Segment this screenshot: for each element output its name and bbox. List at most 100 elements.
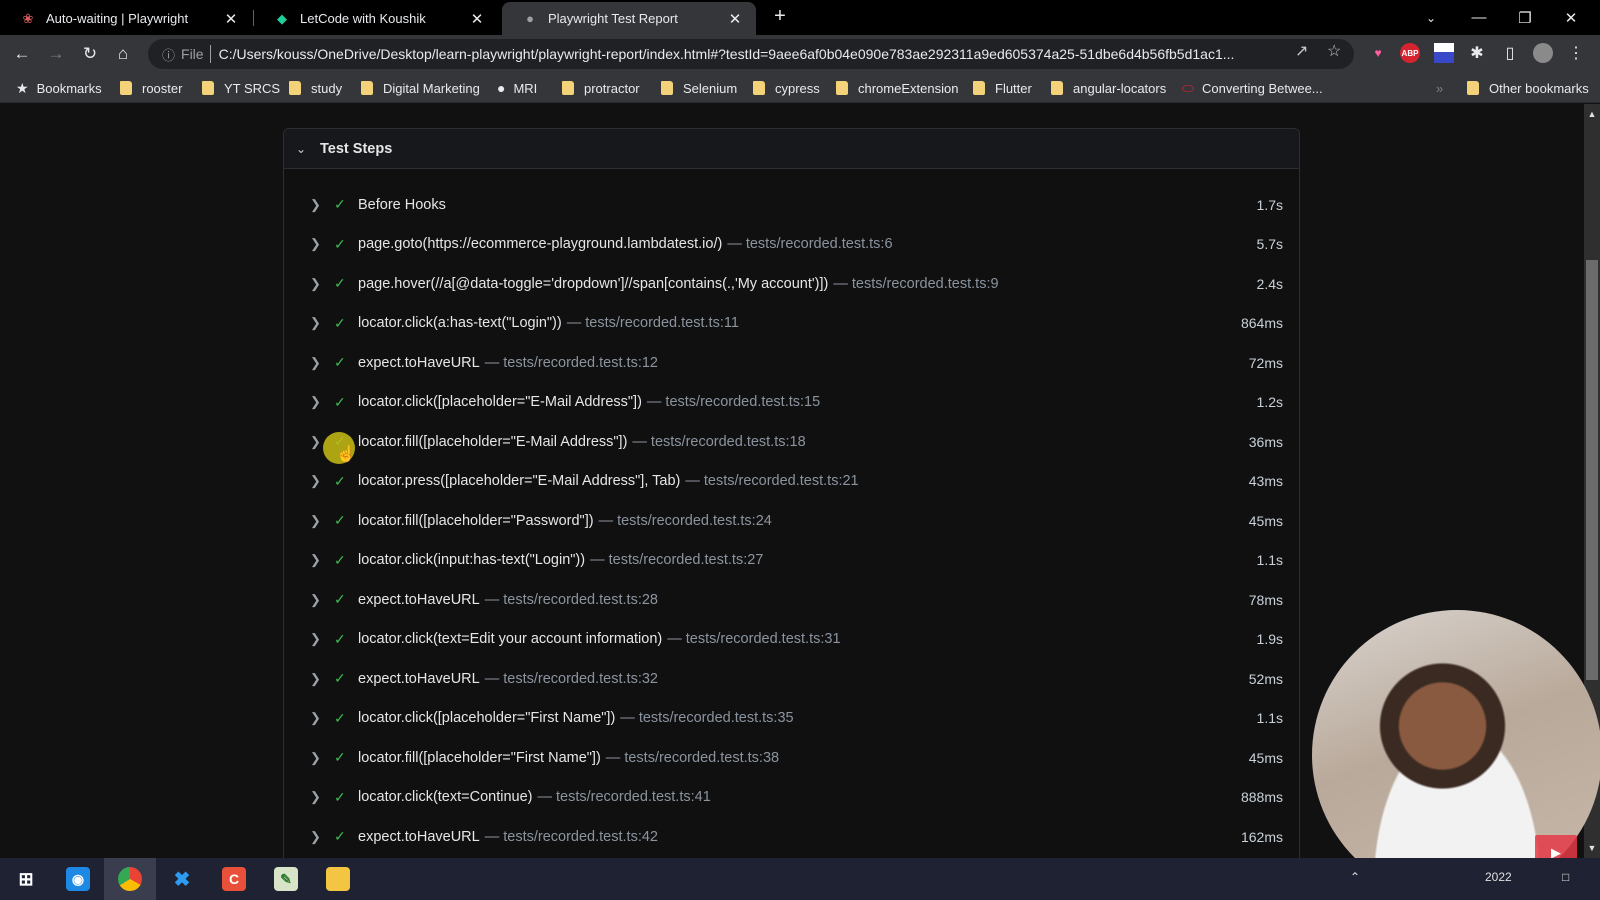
bookmark-item[interactable]: ★ Bookmarks (16, 79, 102, 97)
chevron-right-icon[interactable]: ❯ (310, 394, 324, 410)
info-icon[interactable]: ⓘ (162, 45, 175, 64)
step-location: — tests/recorded.test.ts:35 (620, 710, 794, 727)
menu-kebab-icon[interactable]: ⋮ (1566, 43, 1586, 63)
tab-search-chevron-icon[interactable]: ⌄ (1408, 0, 1454, 35)
step-row[interactable]: ❯ ✓ locator.click(text=Continue) — tests… (284, 778, 1299, 818)
chevron-right-icon[interactable]: ❯ (310, 434, 324, 450)
bookmark-folder[interactable]: cypress (753, 79, 820, 97)
home-button[interactable]: ⌂ (111, 42, 135, 66)
step-title: locator.click(input:has-text("Login")) (358, 552, 586, 569)
taskbar-app[interactable]: ✎ (260, 858, 312, 900)
step-row[interactable]: ❯ ✓ locator.click(input:has-text("Login"… (284, 541, 1299, 581)
taskbar-app[interactable]: ◉ (52, 858, 104, 900)
bookmark-label: Converting Betwee... (1201, 80, 1323, 96)
taskbar-app-explorer[interactable] (312, 858, 364, 900)
taskbar-app[interactable]: C (208, 858, 260, 900)
step-row[interactable]: ❯ ✓ locator.click(text=Edit your account… (284, 620, 1299, 660)
bookmark-folder[interactable]: chromeExtension (836, 79, 958, 97)
bookmark-label: rooster (142, 80, 183, 96)
bookmark-folder[interactable]: Selenium (661, 79, 737, 97)
bookmark-folder[interactable]: angular-locators (1051, 79, 1166, 97)
bookmark-item[interactable]: ● MRI (497, 79, 537, 97)
more-bookmarks-chevron-icon[interactable]: » (1436, 79, 1443, 97)
bookmark-folder[interactable]: rooster (120, 79, 182, 97)
step-location: — tests/recorded.test.ts:27 (590, 552, 764, 569)
url-text[interactable]: C:/Users/kouss/OneDrive/Desktop/learn-pl… (219, 46, 1281, 62)
puzzle-extensions-icon[interactable]: ✱ (1467, 43, 1487, 63)
step-location: — tests/recorded.test.ts:41 (537, 789, 711, 806)
restore-button[interactable]: ❐ (1502, 0, 1548, 35)
step-row[interactable]: ❯ ✓ locator.fill([placeholder="E-Mail Ad… (284, 422, 1299, 462)
step-title: locator.fill([placeholder="Password"]) (358, 512, 594, 529)
heart-extension-icon[interactable]: ♥ (1368, 43, 1388, 63)
scroll-up-arrow-icon[interactable]: ▲ (1584, 106, 1600, 122)
tab-playwright-report[interactable]: ● Playwright Test Report ✕ (502, 2, 756, 35)
bookmark-item[interactable]: ⬭ Converting Betwee... (1182, 79, 1323, 97)
check-icon: ✓ (334, 196, 346, 213)
chevron-right-icon[interactable]: ❯ (310, 750, 324, 766)
minimize-button[interactable]: — (1456, 0, 1502, 35)
extension-icon[interactable] (1434, 43, 1454, 63)
chevron-right-icon[interactable]: ❯ (310, 829, 324, 845)
chevron-right-icon[interactable]: ❯ (310, 355, 324, 371)
step-row[interactable]: ❯ ✓ expect.toHaveURL — tests/recorded.te… (284, 659, 1299, 699)
taskbar-app-chrome[interactable] (104, 858, 156, 900)
check-icon: ✓ (334, 512, 346, 529)
close-tab-icon[interactable]: ✕ (222, 10, 240, 28)
chevron-right-icon[interactable]: ❯ (310, 513, 324, 529)
step-row[interactable]: ❯ ✓ Before Hooks 1.7s (284, 185, 1299, 225)
step-row[interactable]: ❯ ✓ locator.click(a:has-text("Login")) —… (284, 304, 1299, 344)
share-icon[interactable]: ↗ (1295, 41, 1308, 61)
step-row[interactable]: ❯ ✓ expect.toHaveURL — tests/recorded.te… (284, 817, 1299, 857)
chevron-right-icon[interactable]: ❯ (310, 197, 324, 213)
bookmark-folder[interactable]: protractor (562, 79, 640, 97)
chevron-right-icon[interactable]: ❯ (310, 710, 324, 726)
chevron-right-icon[interactable]: ❯ (310, 236, 324, 252)
step-row[interactable]: ❯ ✓ page.hover(//a[@data-toggle='dropdow… (284, 264, 1299, 304)
bookmark-folder[interactable]: YT SRCS (202, 79, 280, 97)
notifications-icon[interactable]: □ (1562, 870, 1569, 884)
reload-button[interactable]: ↻ (78, 42, 102, 66)
step-row[interactable]: ❯ ✓ expect.toHaveURL — tests/recorded.te… (284, 343, 1299, 383)
other-bookmarks-folder[interactable]: Other bookmarks (1467, 79, 1589, 97)
scroll-down-arrow-icon[interactable]: ▼ (1584, 840, 1600, 856)
chevron-right-icon[interactable]: ❯ (310, 592, 324, 608)
adblock-icon[interactable]: ABP (1400, 43, 1420, 63)
tab-auto-waiting[interactable]: ❀ Auto-waiting | Playwright ✕ (0, 2, 252, 35)
step-row[interactable]: ❯ ✓ page.goto(https://ecommerce-playgrou… (284, 225, 1299, 265)
step-row[interactable]: ❯ ✓ expect.toHaveURL — tests/recorded.te… (284, 580, 1299, 620)
step-row[interactable]: ❯ ✓ locator.press([placeholder="E-Mail A… (284, 462, 1299, 502)
start-button[interactable]: ⊞ (0, 858, 52, 900)
chevron-right-icon[interactable]: ❯ (310, 671, 324, 687)
tray-chevron-up-icon[interactable]: ⌃ (1350, 870, 1360, 884)
chevron-right-icon[interactable]: ❯ (310, 789, 324, 805)
bookmark-folder[interactable]: Flutter (973, 79, 1032, 97)
taskbar-app-vscode[interactable]: ✖ (156, 858, 208, 900)
step-row[interactable]: ❯ ✓ locator.click([placeholder="E-Mail A… (284, 383, 1299, 423)
address-bar[interactable]: ⓘ File C:/Users/kouss/OneDrive/Desktop/l… (148, 39, 1354, 69)
profile-avatar[interactable] (1533, 43, 1553, 63)
back-button[interactable]: ← (10, 42, 34, 66)
test-steps-header[interactable]: ⌄ Test Steps (284, 129, 1299, 169)
close-tab-icon[interactable]: ✕ (726, 10, 744, 28)
new-tab-button[interactable]: + (768, 5, 792, 28)
forward-button[interactable]: → (44, 42, 68, 66)
star-icon: ★ (16, 79, 29, 96)
tab-title: Playwright Test Report (548, 11, 678, 26)
close-window-button[interactable]: ✕ (1548, 0, 1594, 35)
bookmark-folder[interactable]: Digital Marketing (361, 79, 480, 97)
step-row[interactable]: ❯ ✓ locator.click([placeholder="First Na… (284, 699, 1299, 739)
star-icon[interactable]: ☆ (1327, 41, 1341, 61)
scrollbar-thumb[interactable] (1586, 260, 1598, 680)
close-tab-icon[interactable]: ✕ (468, 10, 486, 28)
chevron-right-icon[interactable]: ❯ (310, 315, 324, 331)
chevron-right-icon[interactable]: ❯ (310, 473, 324, 489)
chevron-right-icon[interactable]: ❯ (310, 631, 324, 647)
step-row[interactable]: ❯ ✓ locator.fill([placeholder="Password"… (284, 501, 1299, 541)
side-panel-icon[interactable]: ▯ (1500, 43, 1520, 63)
step-row[interactable]: ❯ ✓ locator.fill([placeholder="First Nam… (284, 738, 1299, 778)
chevron-right-icon[interactable]: ❯ (310, 276, 324, 292)
tab-letcode[interactable]: ◆ LetCode with Koushik ✕ (254, 2, 498, 35)
bookmark-folder[interactable]: study (289, 79, 342, 97)
chevron-right-icon[interactable]: ❯ (310, 552, 324, 568)
